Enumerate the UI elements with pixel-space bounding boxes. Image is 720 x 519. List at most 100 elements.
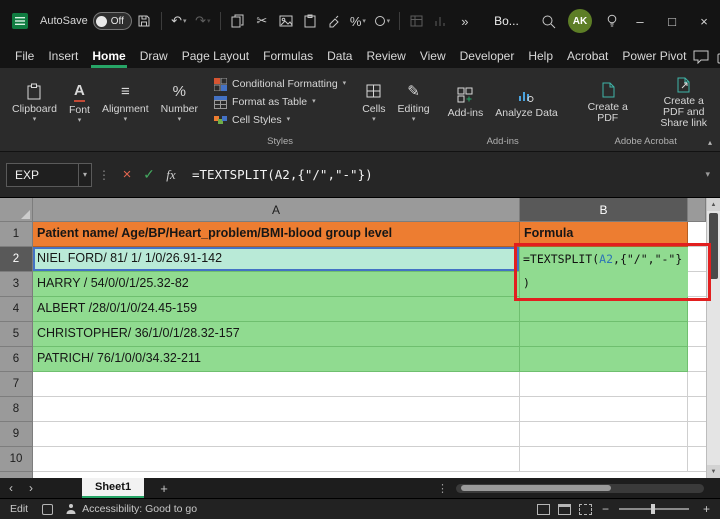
- tab-review[interactable]: Review: [359, 44, 412, 68]
- formula-bar-handle[interactable]: ⋮: [98, 168, 110, 182]
- tab-view[interactable]: View: [413, 44, 453, 68]
- cell-c2[interactable]: [688, 247, 706, 272]
- undo-button[interactable]: ↶ ▾: [170, 8, 188, 34]
- tab-formulas[interactable]: Formulas: [256, 44, 320, 68]
- cell-a9[interactable]: [33, 422, 520, 447]
- page-break-view-icon[interactable]: [578, 503, 592, 515]
- cell-c7[interactable]: [688, 372, 706, 397]
- cell-a2[interactable]: NIEL FORD/ 81/ 1/ 1/0/26.91-142: [33, 247, 520, 272]
- scroll-down-icon[interactable]: ▼: [707, 465, 720, 478]
- picture-icon[interactable]: [277, 8, 295, 34]
- cell-styles-button[interactable]: Cell Styles ▾: [210, 113, 294, 128]
- tab-developer[interactable]: Developer: [453, 44, 522, 68]
- row-header-3[interactable]: 3: [0, 272, 32, 297]
- cell-c10[interactable]: [688, 447, 706, 472]
- row-header-6[interactable]: 6: [0, 347, 32, 372]
- more-commands-icon[interactable]: »: [456, 8, 474, 34]
- cell-b9[interactable]: [520, 422, 688, 447]
- cell-b8[interactable]: [520, 397, 688, 422]
- sheet-tab-sheet1[interactable]: Sheet1: [82, 478, 145, 498]
- enter-icon[interactable]: ✓: [138, 166, 160, 183]
- scroll-up-icon[interactable]: ▲: [707, 198, 720, 211]
- previous-sheet-icon[interactable]: ‹: [2, 481, 20, 495]
- row-header-5[interactable]: 5: [0, 322, 32, 347]
- copy-icon[interactable]: [229, 8, 247, 34]
- percent-style-icon[interactable]: % ▾: [349, 8, 367, 34]
- cell-a10[interactable]: [33, 447, 520, 472]
- vertical-scrollbar[interactable]: ▲ ▼: [706, 198, 720, 478]
- select-all-corner[interactable]: [0, 198, 33, 222]
- tab-help[interactable]: Help: [521, 44, 560, 68]
- create-pdf-button[interactable]: Create a PDF: [570, 79, 646, 126]
- name-box[interactable]: EXP ▾: [6, 162, 92, 187]
- add-sheet-icon[interactable]: +: [154, 481, 174, 496]
- cell-a6[interactable]: PATRICH/ 76/1/0/0/34.32-211: [33, 347, 520, 372]
- next-sheet-icon[interactable]: ›: [22, 481, 40, 495]
- row-header-4[interactable]: 4: [0, 297, 32, 322]
- collapse-ribbon-icon[interactable]: ▴: [708, 138, 712, 147]
- zoom-out-button[interactable]: −: [602, 502, 609, 516]
- cell-b2-edit[interactable]: =TEXTSPLIT(A2,{"/","-"} ): [520, 247, 688, 297]
- tab-acrobat[interactable]: Acrobat: [560, 44, 615, 68]
- tab-draw[interactable]: Draw: [133, 44, 175, 68]
- maximize-button[interactable]: □: [656, 0, 688, 42]
- cell-b10[interactable]: [520, 447, 688, 472]
- tab-file[interactable]: File: [8, 44, 41, 68]
- redo-button[interactable]: ↷ ▾: [194, 8, 212, 34]
- zoom-in-button[interactable]: +: [703, 502, 710, 516]
- row-header-1[interactable]: 1: [0, 222, 32, 247]
- horizontal-scrollbar-thumb[interactable]: [461, 485, 611, 491]
- number-button[interactable]: % Number ▾: [155, 80, 204, 125]
- cell-a7[interactable]: [33, 372, 520, 397]
- cell-b7[interactable]: [520, 372, 688, 397]
- editing-button[interactable]: ✎ Editing ▾: [392, 80, 436, 125]
- row-header-8[interactable]: 8: [0, 397, 32, 422]
- conditional-formatting-button[interactable]: Conditional Formatting ▾: [210, 77, 350, 92]
- page-layout-view-icon[interactable]: [557, 503, 571, 515]
- cell-c6[interactable]: [688, 347, 706, 372]
- tab-power-pivot[interactable]: Power Pivot: [615, 44, 693, 68]
- cell-a3[interactable]: HARRY / 54/0/0/1/25.32-82: [33, 272, 520, 297]
- record-macro-icon[interactable]: [42, 503, 54, 515]
- lightbulb-icon[interactable]: [603, 8, 621, 34]
- minimize-button[interactable]: –: [624, 0, 656, 42]
- cell-b1[interactable]: Formula: [520, 222, 688, 247]
- accessibility-status[interactable]: Accessibility: Good to go: [82, 503, 197, 515]
- row-header-2[interactable]: 2: [0, 247, 32, 272]
- format-as-table-button[interactable]: Format as Table ▾: [210, 95, 320, 110]
- chart-icon[interactable]: [432, 8, 450, 34]
- horizontal-scrollbar[interactable]: [456, 483, 704, 493]
- analyze-data-button[interactable]: Analyze Data: [489, 84, 563, 121]
- quick-command-icon[interactable]: ▾: [373, 8, 391, 34]
- cut-icon[interactable]: ✂: [253, 8, 271, 34]
- cell-a8[interactable]: [33, 397, 520, 422]
- tab-home[interactable]: Home: [85, 44, 132, 68]
- close-button[interactable]: ×: [688, 0, 720, 42]
- cell-a1[interactable]: Patient name/ Age/BP/Heart_problem/BMI-b…: [33, 222, 520, 247]
- font-button[interactable]: A Font ▾: [63, 79, 96, 126]
- cell-c4[interactable]: [688, 297, 706, 322]
- format-painter-icon[interactable]: [325, 8, 343, 34]
- cancel-icon[interactable]: ×: [116, 166, 138, 183]
- row-header-9[interactable]: 9: [0, 422, 32, 447]
- cell-b5[interactable]: [520, 322, 688, 347]
- cell-a5[interactable]: CHRISTOPHER/ 36/1/0/1/28.32-157: [33, 322, 520, 347]
- insert-function-icon[interactable]: fx: [160, 167, 182, 183]
- add-ins-button[interactable]: Add-ins: [442, 84, 490, 121]
- zoom-slider[interactable]: [618, 504, 689, 514]
- cells-button[interactable]: Cells ▾: [356, 80, 391, 125]
- table-icon[interactable]: [408, 8, 426, 34]
- row-header-7[interactable]: 7: [0, 372, 32, 397]
- zoom-slider-knob[interactable]: [650, 504, 655, 514]
- clipboard-button[interactable]: Clipboard ▾: [6, 80, 63, 125]
- alignment-button[interactable]: ≡ Alignment ▾: [96, 80, 155, 125]
- tab-page-layout[interactable]: Page Layout: [175, 44, 256, 68]
- tab-data[interactable]: Data: [320, 44, 359, 68]
- tab-insert[interactable]: Insert: [41, 44, 85, 68]
- cell-c9[interactable]: [688, 422, 706, 447]
- formula-input[interactable]: =TEXTSPLIT(A2,{"/","-"}): [192, 167, 701, 182]
- normal-view-icon[interactable]: [536, 503, 550, 515]
- column-header-b[interactable]: B: [520, 198, 688, 222]
- cell-c3[interactable]: [688, 272, 706, 297]
- name-box-chevron-icon[interactable]: ▾: [77, 163, 91, 186]
